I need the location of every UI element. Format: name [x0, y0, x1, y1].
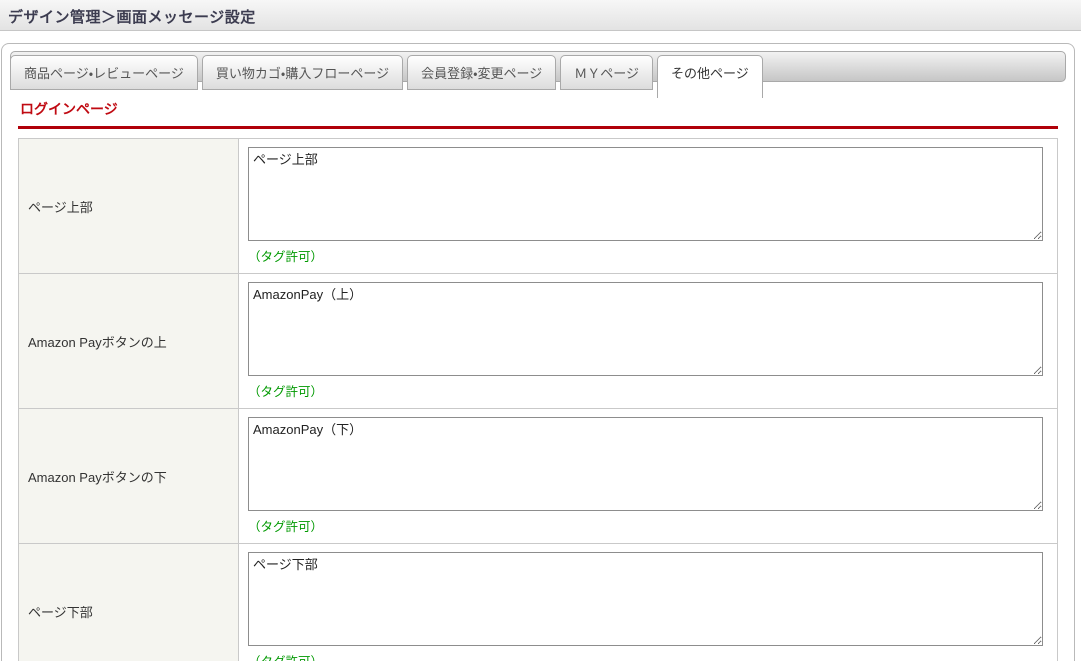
field-value-cell: ページ上部 （タグ許可） — [238, 138, 1058, 274]
message-settings-table: ページ上部 ページ上部 （タグ許可） Amazon Payボタンの上 Amazo… — [18, 138, 1058, 661]
field-label-cell: Amazon Payボタンの上 — [18, 273, 239, 409]
message-textarea[interactable]: ページ下部 — [248, 552, 1043, 646]
field-label: Amazon Payボタンの上 — [28, 334, 167, 350]
tab-3[interactable]: ＭＹページ — [560, 55, 653, 90]
tab-label: ＭＹページ — [574, 66, 639, 81]
field-label-cell: ページ下部 — [18, 543, 239, 661]
section-heading: ログインページ — [20, 101, 118, 117]
section-divider — [18, 126, 1058, 129]
message-textarea[interactable]: ページ上部 — [248, 147, 1043, 241]
field-label: ページ上部 — [28, 199, 93, 215]
tab-label: 会員登録・変更ページ — [421, 66, 543, 81]
field-value-cell: ページ下部 （タグ許可） — [238, 543, 1058, 661]
tab-list: 商品ページ・レビューページ 買い物カゴ・購入フローページ 会員登録・変更ページ … — [10, 48, 1066, 98]
field-label-cell: Amazon Payボタンの下 — [18, 408, 239, 544]
table-row: Amazon Payボタンの上 AmazonPay（上） （タグ許可） — [18, 273, 1058, 409]
tab-label: 買い物カゴ・購入フローページ — [215, 66, 390, 81]
message-textarea[interactable]: AmazonPay（下） — [248, 417, 1043, 511]
tab-label: 商品ページ・レビューページ — [24, 66, 184, 81]
field-value-cell: AmazonPay（上） （タグ許可） — [238, 273, 1058, 409]
tag-allowed-note: （タグ許可） — [248, 651, 1043, 661]
content-panel: 商品ページ・レビューページ 買い物カゴ・購入フローページ 会員登録・変更ページ … — [1, 43, 1075, 661]
tab-4[interactable]: その他ページ — [657, 55, 763, 98]
tab-1[interactable]: 買い物カゴ・購入フローページ — [201, 55, 404, 90]
table-row: ページ下部 ページ下部 （タグ許可） — [18, 543, 1058, 661]
tag-allowed-note: （タグ許可） — [248, 385, 324, 399]
tab-0[interactable]: 商品ページ・レビューページ — [10, 55, 198, 90]
tag-allowed-note: （タグ許可） — [248, 520, 324, 534]
table-row: ページ上部 ページ上部 （タグ許可） — [18, 138, 1058, 274]
tag-allowed-note: （タグ許可） — [248, 250, 324, 264]
message-textarea[interactable]: AmazonPay（上） — [248, 282, 1043, 376]
page-title: デザイン管理＞画面メッセージ設定 — [8, 9, 256, 26]
field-value-cell: AmazonPay（下） （タグ許可） — [238, 408, 1058, 544]
tab-2[interactable]: 会員登録・変更ページ — [407, 55, 557, 90]
page-title-bar: デザイン管理＞画面メッセージ設定 — [0, 0, 1081, 31]
field-label: ページ下部 — [28, 604, 93, 620]
table-row: Amazon Payボタンの下 AmazonPay（下） （タグ許可） — [18, 408, 1058, 544]
tab-label: その他ページ — [671, 66, 749, 81]
tab-bar: 商品ページ・レビューページ 買い物カゴ・購入フローページ 会員登録・変更ページ … — [10, 48, 1066, 98]
field-label-cell: ページ上部 — [18, 138, 239, 274]
field-label: Amazon Payボタンの下 — [28, 469, 167, 485]
